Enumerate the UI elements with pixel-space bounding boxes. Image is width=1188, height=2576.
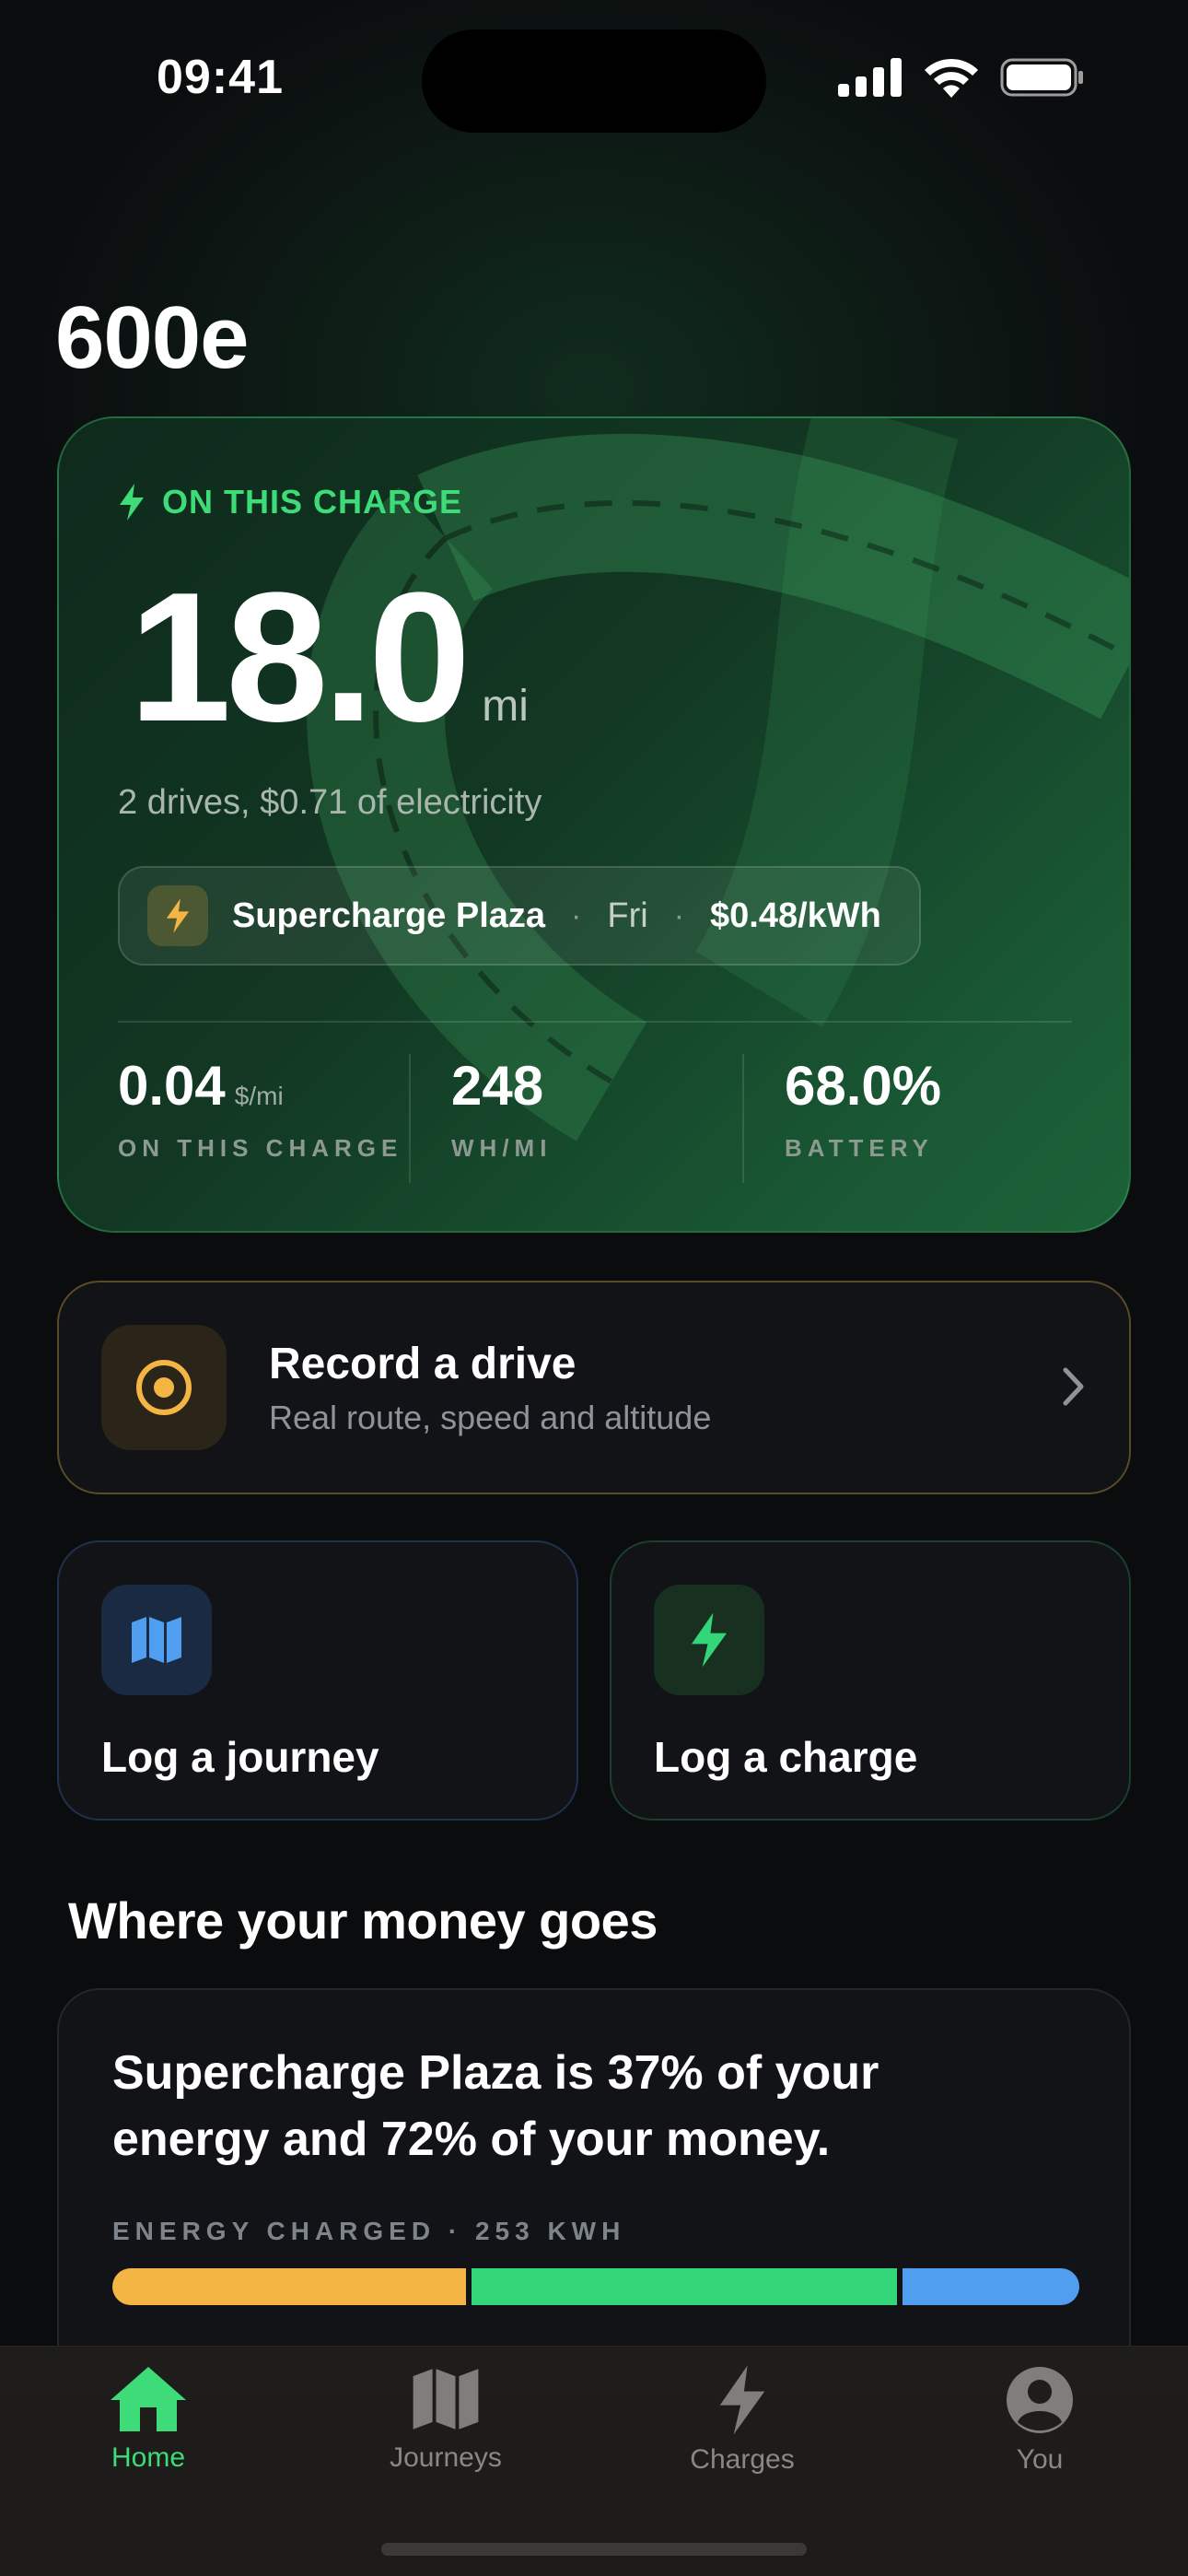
stat-value: 0.04 — [118, 1055, 226, 1117]
energy-segment — [472, 2268, 897, 2305]
home-indicator — [381, 2543, 807, 2556]
dynamic-island — [422, 29, 766, 133]
charge-stats: 0.04 $/mi ON THIS CHARGE 248 WH/MI 68.0% … — [118, 1054, 1076, 1183]
car-name-title: 600e — [55, 288, 250, 387]
energy-segment — [902, 2268, 1079, 2305]
energy-share-bar — [112, 2268, 1079, 2305]
charger-pill[interactable]: Supercharge Plaza · Fri · $0.48/kWh — [118, 866, 921, 966]
separator-dot: · — [673, 897, 685, 933]
log-charge-button[interactable]: Log a charge — [610, 1540, 1131, 1821]
battery-icon — [1000, 58, 1083, 97]
stat-value: 68.0% — [785, 1055, 942, 1117]
divider — [118, 1021, 1072, 1023]
stat-battery: 68.0% BATTERY — [742, 1054, 1076, 1183]
distance-value: 18.0 — [129, 555, 471, 760]
cellular-signal-icon — [838, 58, 902, 97]
money-headline: Supercharge Plaza is 37% of your energy … — [112, 2046, 879, 2166]
stat-efficiency: 248 WH/MI — [409, 1054, 742, 1183]
stat-label: BATTERY — [785, 1134, 934, 1162]
current-charge-card[interactable]: ON THIS CHARGE 18.0 mi 2 drives, $0.71 o… — [57, 416, 1131, 1233]
tab-label: You — [1016, 2444, 1064, 2475]
energy-charged-label: ENERGY CHARGED · 253 KWH — [112, 2217, 626, 2245]
tab-you[interactable]: You — [948, 2365, 1132, 2476]
charge-section-label-text: ON THIS CHARGE — [162, 483, 463, 521]
section-title-money: Where your money goes — [68, 1891, 658, 1950]
charge-section-label: ON THIS CHARGE — [118, 483, 462, 521]
charger-name: Supercharge Plaza — [232, 896, 546, 935]
record-drive-text: Record a drive Real route, speed and alt… — [269, 1339, 711, 1437]
tab-label: Home — [111, 2442, 186, 2473]
home-icon — [111, 2367, 186, 2431]
record-drive-subtitle: Real route, speed and altitude — [269, 1398, 712, 1436]
record-target-icon — [101, 1325, 227, 1450]
tab-label: Charges — [690, 2444, 795, 2475]
bolt-icon — [654, 1585, 764, 1695]
tab-label: Journeys — [390, 2442, 502, 2473]
map-icon — [413, 2369, 479, 2430]
tab-charges[interactable]: Charges — [650, 2365, 834, 2476]
record-drive-title: Record a drive — [269, 1339, 577, 1388]
tab-home[interactable]: Home — [56, 2365, 240, 2474]
status-icons — [838, 57, 1085, 98]
wifi-icon — [925, 58, 978, 98]
stat-cost-per-mile: 0.04 $/mi ON THIS CHARGE — [118, 1054, 409, 1183]
log-journey-button[interactable]: Log a journey — [57, 1540, 578, 1821]
stat-value: 248 — [451, 1055, 544, 1117]
log-journey-label: Log a journey — [101, 1733, 379, 1781]
charge-day: Fri — [607, 896, 648, 935]
person-icon — [1007, 2367, 1073, 2433]
log-charge-label: Log a charge — [654, 1733, 918, 1781]
charge-summary: 2 drives, $0.71 of electricity — [118, 783, 542, 822]
energy-segment — [112, 2268, 467, 2305]
chevron-right-icon — [1063, 1367, 1084, 1406]
status-bar: 09:41 — [0, 0, 1188, 138]
separator-dot: · — [571, 897, 582, 933]
record-drive-button[interactable]: Record a drive Real route, speed and alt… — [57, 1281, 1131, 1494]
stat-label: ON THIS CHARGE — [118, 1134, 403, 1162]
stat-label: WH/MI — [451, 1134, 553, 1162]
charger-bolt-icon — [147, 885, 208, 946]
tab-journeys[interactable]: Journeys — [354, 2365, 538, 2474]
tab-bar: Home Journeys Charges You — [0, 2346, 1188, 2576]
bolt-icon — [719, 2365, 765, 2435]
distance-readout: 18.0 mi — [129, 566, 529, 750]
stat-unit: $/mi — [234, 1082, 284, 1110]
distance-unit: mi — [482, 682, 529, 731]
charge-price: $0.48/kWh — [710, 896, 881, 935]
map-icon — [101, 1585, 212, 1695]
status-time: 09:41 — [157, 51, 284, 104]
bolt-icon — [120, 484, 144, 521]
